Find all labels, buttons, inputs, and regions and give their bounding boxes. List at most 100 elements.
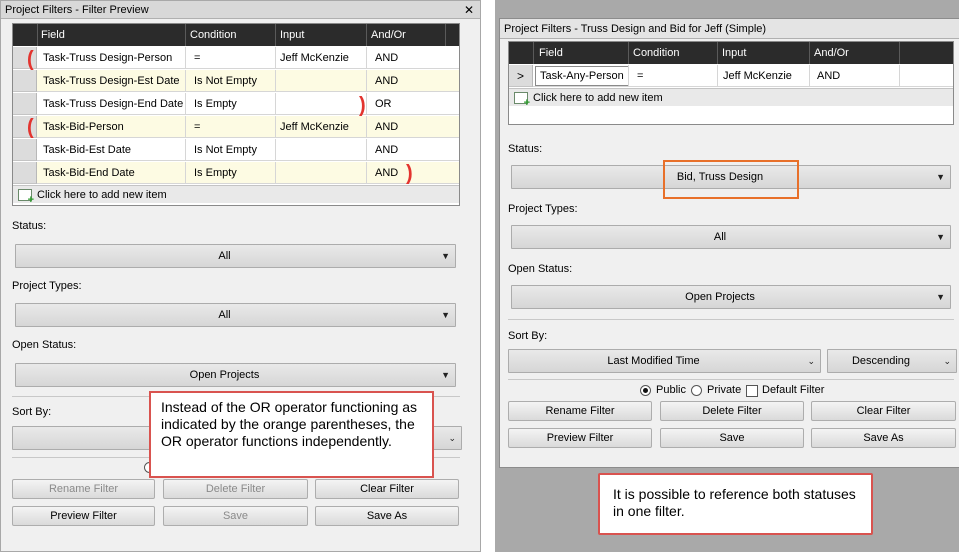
cell-condition[interactable]: = — [194, 116, 200, 138]
col-field[interactable]: Field — [539, 42, 563, 64]
cell-field[interactable]: Task-Any-Person — [535, 66, 629, 86]
table-row[interactable]: Task-Bid-Est Date Is Not Empty AND — [37, 139, 459, 161]
cell-input[interactable]: Jeff McKenzie — [280, 47, 349, 69]
private-radio[interactable] — [691, 385, 702, 396]
close-paren-mark: ) — [359, 93, 366, 117]
cell-andor[interactable]: OR — [375, 93, 392, 115]
cell-field[interactable]: Task-Bid-End Date — [43, 162, 135, 184]
grid-header: Field Condition Input And/Or — [13, 24, 459, 46]
open-status-value: Open Projects — [189, 369, 260, 381]
cell-andor[interactable]: AND — [375, 162, 398, 184]
sort-order-dropdown[interactable]: Descending ⌄ — [827, 349, 957, 373]
col-andor[interactable]: And/Or — [814, 42, 849, 64]
table-row[interactable]: Task-Truss Design-Person = Jeff McKenzie… — [37, 47, 459, 69]
private-label: Private — [707, 384, 742, 396]
col-input[interactable]: Input — [722, 42, 746, 64]
col-input[interactable]: Input — [280, 24, 304, 46]
sort-by-label: Sort By: — [12, 406, 52, 418]
save-as-button[interactable]: Save As — [811, 428, 956, 448]
cell-condition[interactable]: Is Empty — [194, 162, 237, 184]
dropdown-arrow-icon: ▼ — [441, 251, 450, 261]
save-as-button[interactable]: Save As — [315, 506, 459, 526]
rename-filter-button[interactable]: Rename Filter — [12, 479, 155, 499]
table-row[interactable]: Task-Truss Design-End Date Is Empty OR — [37, 93, 459, 115]
table-row[interactable]: Task-Any-Person = Jeff McKenzie AND — [533, 65, 953, 87]
open-status-label: Open Status: — [508, 263, 573, 275]
table-row[interactable]: Task-Truss Design-Est Date Is Not Empty … — [37, 70, 459, 92]
right-annotation-text: It is possible to reference both statuse… — [613, 486, 856, 519]
open-paren-mark: ( — [27, 47, 34, 71]
clear-filter-button[interactable]: Clear Filter — [811, 401, 956, 421]
add-new-item-row[interactable]: Click here to add new item — [509, 88, 953, 109]
open-status-dropdown[interactable]: Open Projects ▼ — [511, 285, 951, 309]
status-dropdown[interactable]: All ▼ — [15, 244, 456, 268]
current-row-indicator: > — [516, 69, 524, 83]
close-paren-mark: ) — [406, 161, 413, 185]
row-header[interactable] — [13, 162, 37, 184]
col-condition[interactable]: Condition — [190, 24, 236, 46]
public-radio[interactable] — [640, 385, 651, 396]
add-new-item-label[interactable]: Click here to add new item — [533, 89, 663, 107]
preview-filter-button[interactable]: Preview Filter — [508, 428, 652, 448]
cell-andor[interactable]: AND — [375, 116, 398, 138]
default-filter-checkbox[interactable] — [746, 385, 758, 397]
public-label: Public — [656, 384, 686, 396]
col-condition[interactable]: Condition — [633, 42, 679, 64]
col-andor[interactable]: And/Or — [371, 24, 406, 46]
grid-header: Field Condition Input And/Or — [509, 42, 953, 64]
chevron-down-icon: ⌄ — [448, 433, 456, 443]
row-header[interactable]: > — [509, 65, 533, 87]
left-filter-window: Project Filters - Filter Preview ✕ Field… — [0, 0, 481, 552]
cell-condition[interactable]: Is Empty — [194, 93, 237, 115]
cell-andor[interactable]: AND — [375, 139, 398, 161]
dropdown-arrow-icon: ▼ — [936, 172, 945, 182]
project-types-dropdown[interactable]: All ▼ — [15, 303, 456, 327]
cell-field[interactable]: Task-Bid-Est Date — [43, 139, 131, 161]
right-window-frame: Project Filters - Truss Design and Bid f… — [499, 18, 959, 468]
open-paren-mark: ( — [27, 115, 34, 139]
rename-filter-button[interactable]: Rename Filter — [508, 401, 652, 421]
cell-condition[interactable]: Is Not Empty — [194, 70, 257, 92]
sort-by-dropdown[interactable]: Last Modified Time ⌄ — [508, 349, 821, 373]
cell-andor[interactable]: AND — [817, 65, 840, 87]
right-filter-window: Project Filters - Truss Design and Bid f… — [495, 0, 959, 552]
cell-andor[interactable]: AND — [375, 70, 398, 92]
save-button[interactable]: Save — [163, 506, 308, 526]
cell-condition[interactable]: Is Not Empty — [194, 139, 257, 161]
table-row[interactable]: Task-Bid-Person = Jeff McKenzie AND — [37, 116, 459, 138]
right-filter-grid: Field Condition Input And/Or > Task-Any-… — [508, 41, 954, 125]
add-new-item-row[interactable]: Click here to add new item — [13, 185, 459, 205]
preview-filter-button[interactable]: Preview Filter — [12, 506, 155, 526]
dropdown-arrow-icon: ▼ — [936, 292, 945, 302]
add-row-icon — [18, 189, 34, 205]
delete-filter-button[interactable]: Delete Filter — [660, 401, 804, 421]
sort-by-value: Last Modified Time — [607, 355, 700, 367]
left-filter-grid: Field Condition Input And/Or Task-Truss … — [12, 23, 460, 206]
status-label: Status: — [508, 143, 543, 155]
add-new-item-label[interactable]: Click here to add new item — [37, 186, 167, 204]
row-header[interactable] — [13, 93, 37, 115]
cell-field[interactable]: Task-Truss Design-End Date — [43, 93, 183, 115]
dropdown-arrow-icon: ▼ — [936, 232, 945, 242]
cell-condition[interactable]: = — [194, 47, 200, 69]
open-status-dropdown[interactable]: Open Projects ▼ — [15, 363, 456, 387]
table-row[interactable]: Task-Bid-End Date Is Empty AND — [37, 162, 459, 184]
default-filter-label: Default Filter — [762, 384, 825, 396]
row-header[interactable] — [13, 70, 37, 92]
project-types-dropdown[interactable]: All ▼ — [511, 225, 951, 249]
cell-input[interactable]: Jeff McKenzie — [723, 65, 792, 87]
cell-field[interactable]: Task-Truss Design-Est Date — [43, 70, 180, 92]
panel-gap — [481, 0, 495, 552]
delete-filter-button[interactable]: Delete Filter — [163, 479, 308, 499]
cell-andor[interactable]: AND — [375, 47, 398, 69]
cell-condition[interactable]: = — [637, 65, 643, 87]
chevron-down-icon: ⌄ — [807, 356, 815, 366]
row-header[interactable] — [13, 139, 37, 161]
cell-field[interactable]: Task-Bid-Person — [43, 116, 124, 138]
cell-input[interactable]: Jeff McKenzie — [280, 116, 349, 138]
save-button[interactable]: Save — [660, 428, 804, 448]
col-field[interactable]: Field — [41, 24, 65, 46]
clear-filter-button[interactable]: Clear Filter — [315, 479, 459, 499]
close-icon[interactable]: ✕ — [464, 1, 474, 19]
cell-field[interactable]: Task-Truss Design-Person — [43, 47, 172, 69]
